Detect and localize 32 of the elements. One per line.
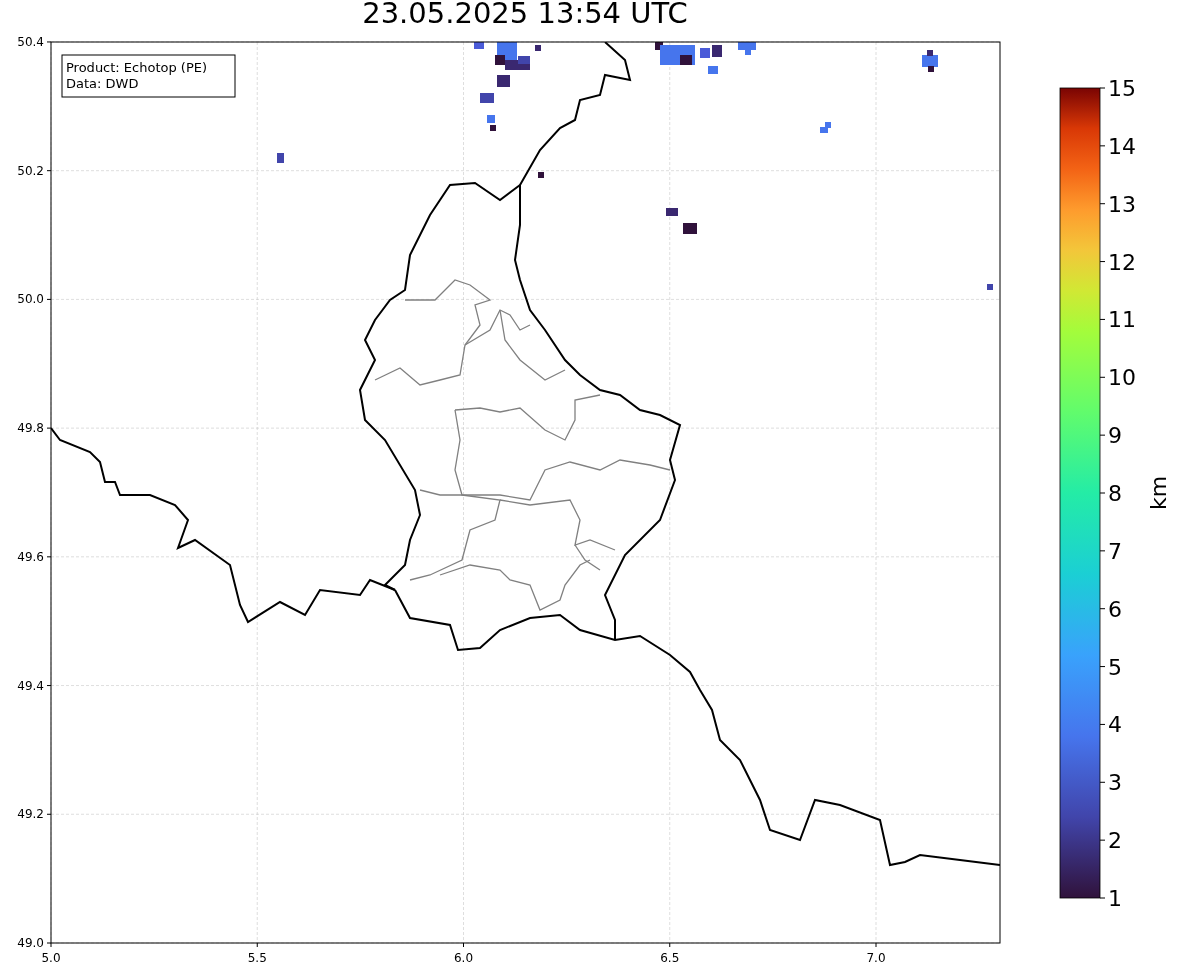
colorbar-tick-label: 7 [1108, 538, 1122, 564]
y-tick-label: 49.0 [17, 936, 44, 950]
colorbar-tick-label: 14 [1108, 133, 1136, 159]
info-text: Product: Echotop (PE) [66, 60, 208, 75]
colorbar-tick-label: 3 [1108, 770, 1122, 796]
x-tick-label: 5.0 [41, 951, 61, 965]
x-tick-label: 7.0 [866, 951, 886, 965]
colorbar-tick-label: 12 [1108, 249, 1136, 275]
y-tick-label: 49.2 [17, 807, 44, 822]
colorbar-tick-label: 1 [1108, 886, 1122, 911]
x-tick-label: 5.5 [247, 951, 267, 965]
colorbar-tick-label: 2 [1108, 828, 1122, 854]
y-tick-label: 50.4 [17, 34, 44, 49]
map-title: 23.05.2025 13:54 UTC [362, 0, 688, 30]
colorbar-tick-label: 5 [1108, 654, 1122, 680]
y-tick-label: 49.6 [17, 549, 44, 564]
colorbar-label: km [1146, 475, 1171, 511]
colorbar-tick-label: 11 [1108, 307, 1136, 333]
y-tick-label: 49.4 [17, 678, 44, 693]
x-tick-label: 6.0 [453, 951, 474, 965]
y-tick-label: 50.2 [17, 163, 44, 178]
y-tick-label: 49.8 [17, 421, 44, 436]
colorbar-tick-label: 8 [1108, 481, 1122, 506]
y-tick-label: 50.0 [17, 292, 44, 307]
colorbar-tick-label: 13 [1108, 191, 1136, 217]
colorbar-tick-label: 4 [1108, 712, 1122, 738]
info-text: Data: DWD [66, 76, 139, 91]
x-tick-label: 6.5 [660, 951, 680, 965]
colorbar-tick-label: 6 [1108, 596, 1122, 622]
colorbar-tick-label: 15 [1108, 76, 1136, 101]
colorbar-tick-label: 10 [1108, 365, 1136, 391]
colorbar-tick-label: 9 [1108, 423, 1122, 449]
